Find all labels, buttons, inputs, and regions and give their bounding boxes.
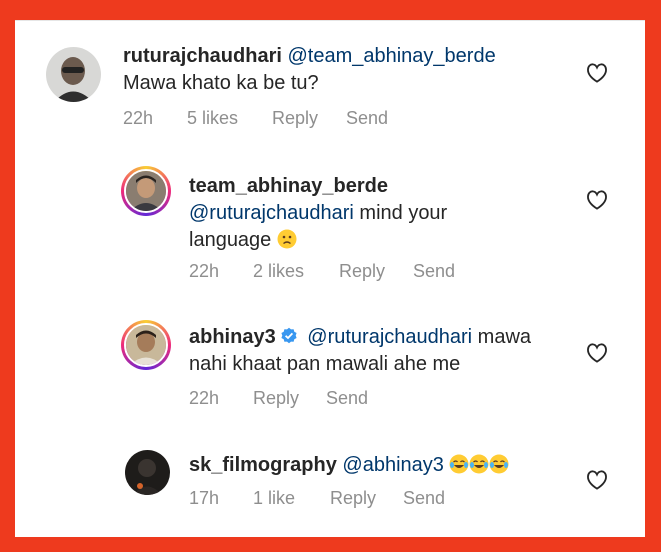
tears-of-joy-icon: [469, 454, 489, 474]
username[interactable]: abhinay3: [189, 326, 276, 348]
reply-button[interactable]: Reply: [330, 488, 376, 509]
slightly-frowning-face-icon: [277, 229, 297, 249]
timestamp: 17h: [189, 488, 220, 508]
mention-link[interactable]: @ruturajchaudhari: [189, 202, 354, 224]
reply-button[interactable]: Reply: [253, 388, 299, 409]
comment-body: ruturajchaudhari @team_abhinay_berde Maw…: [123, 43, 496, 97]
likes-count[interactable]: 1 like: [253, 488, 295, 509]
likes-count[interactable]: 2 likes: [253, 261, 304, 282]
mention-link[interactable]: @team_abhinay_berde: [287, 45, 495, 67]
timestamp: 22h: [123, 108, 154, 128]
comment-body: abhinay3 @ruturajchaudhari mawa nahi kha…: [189, 324, 531, 378]
comment-text: mawa: [477, 326, 532, 348]
reply-button[interactable]: Reply: [339, 261, 385, 282]
reply-button[interactable]: Reply: [272, 108, 318, 129]
comment-text: mind your: [359, 202, 448, 224]
timestamp: 22h: [189, 261, 220, 281]
comment-text: nahi khaat pan mawali ahe me: [189, 353, 461, 375]
likes-count[interactable]: 5 likes: [187, 108, 238, 129]
comments-panel: ruturajchaudhari @team_abhinay_berde Maw…: [15, 20, 645, 537]
send-button[interactable]: Send: [346, 108, 388, 129]
comment-text: Mawa khato ka be tu?: [123, 72, 319, 94]
avatar-ruturajchaudhari[interactable]: [46, 47, 101, 102]
divider: [15, 20, 645, 21]
comment-body: team_abhinay_berde @ruturajchaudhari min…: [189, 173, 447, 254]
like-heart-icon[interactable]: [586, 190, 608, 210]
like-heart-icon[interactable]: [586, 470, 608, 490]
username[interactable]: ruturajchaudhari: [123, 45, 282, 67]
tears-of-joy-icon: [489, 454, 509, 474]
username[interactable]: sk_filmography: [189, 454, 337, 476]
timestamp: 22h: [189, 388, 220, 408]
mention-link[interactable]: @ruturajchaudhari: [307, 326, 472, 348]
like-heart-icon[interactable]: [586, 343, 608, 363]
username[interactable]: team_abhinay_berde: [189, 175, 388, 197]
like-heart-icon[interactable]: [586, 63, 608, 83]
tears-of-joy-icon: [449, 454, 469, 474]
mention-link[interactable]: @abhinay3: [342, 454, 443, 476]
avatar-abhinay3[interactable]: [121, 320, 171, 370]
verified-badge-icon: [280, 326, 298, 344]
avatar-team_abhinay_berde[interactable]: [121, 166, 171, 216]
avatar-sk_filmography[interactable]: [125, 450, 170, 495]
comment-text: language: [189, 229, 272, 251]
send-button[interactable]: Send: [403, 488, 445, 509]
send-button[interactable]: Send: [413, 261, 455, 282]
comment-body: sk_filmography @abhinay3: [189, 452, 509, 479]
send-button[interactable]: Send: [326, 388, 368, 409]
